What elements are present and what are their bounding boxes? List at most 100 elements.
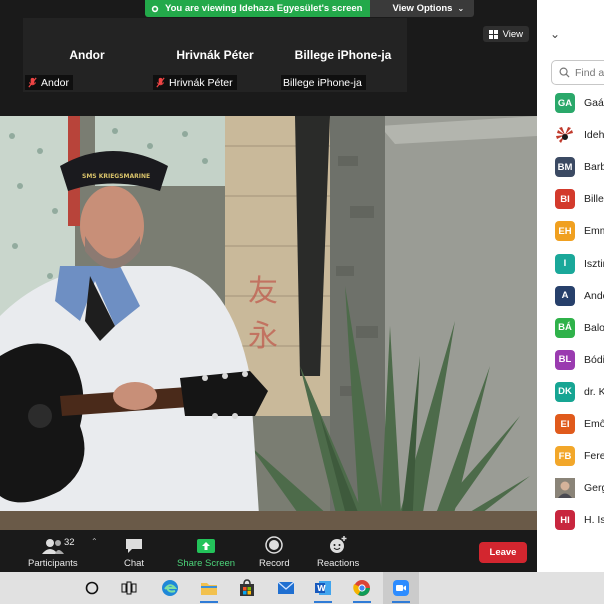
participant-name: H. Is (584, 514, 604, 527)
svg-text:永: 永 (248, 319, 278, 354)
tile-label: Billege iPhone-ja (281, 75, 366, 90)
participant-row[interactable]: FB Fere (555, 446, 604, 467)
view-button-label: View (502, 28, 523, 40)
chrome-button[interactable] (344, 572, 380, 604)
cap-text: SMS KRIEGSMARINE (82, 173, 150, 180)
mail-icon (277, 581, 295, 594)
participant-name: Balo (584, 321, 604, 334)
store-button[interactable] (229, 572, 265, 604)
grid-icon (488, 29, 498, 39)
avatar: EH (555, 221, 575, 242)
view-button[interactable]: View (482, 26, 529, 42)
participants-icon (41, 539, 64, 554)
participant-name: Andc (584, 289, 604, 302)
view-options-label: View Options (392, 3, 453, 14)
meeting-toolbar: Participants 32 ⌃ Chat Share Screen Reco… (0, 530, 537, 572)
mail-button[interactable] (268, 572, 304, 604)
participant-row[interactable]: EH Emm (555, 221, 604, 242)
task-view-icon (121, 581, 137, 595)
participant-row[interactable]: DK dr. K (555, 381, 604, 402)
chat-icon (126, 539, 143, 553)
avatar: BI (555, 189, 575, 210)
participant-row[interactable]: BL Bódi (555, 349, 604, 370)
search-icon (559, 67, 570, 78)
cortana-button[interactable] (74, 572, 110, 604)
avatar: BM (555, 157, 575, 178)
video-tile-andor[interactable]: Andor Andor (23, 18, 151, 92)
record-button[interactable]: Record (259, 534, 290, 569)
muted-mic-icon (156, 77, 165, 88)
participant-name: Emő (584, 418, 604, 430)
avatar: GA (555, 93, 575, 113)
avatar: I (555, 253, 575, 274)
avatar: BÁ (555, 317, 575, 338)
zoom-window: You are viewing Idehaza Egyesület's scre… (0, 0, 604, 604)
avatar-initials: BL (558, 354, 572, 366)
svg-text:W: W (317, 584, 326, 593)
tile-name: Hrivnák Péter (176, 48, 254, 62)
avatar: EI (555, 414, 575, 434)
avatar-initials: DK (558, 386, 572, 398)
org-logo-icon (555, 125, 575, 145)
view-options-button[interactable]: View Options ⌄ (370, 0, 475, 17)
participant-row[interactable]: A Andc (555, 285, 604, 306)
participant-search-input[interactable]: Find a (551, 60, 604, 85)
share-screen-label: Share Screen (177, 558, 236, 569)
leave-button[interactable]: Leave (479, 542, 527, 563)
participant-row[interactable]: BÁ Balo (555, 317, 604, 338)
file-explorer-icon (201, 583, 217, 595)
participant-row[interactable]: I Isztin (555, 253, 604, 274)
share-banner: You are viewing Idehaza Egyesület's scre… (145, 0, 475, 17)
task-view-button[interactable] (111, 572, 147, 604)
participant-row[interactable]: BM Barb (555, 157, 604, 178)
chevron-down-icon[interactable]: ⌄ (550, 27, 560, 41)
zoom-icon (393, 580, 409, 596)
video-tile-hrivnak[interactable]: Hrivnák Péter Hrivnák Péter (151, 18, 279, 92)
chat-button[interactable]: Chat (124, 534, 144, 569)
avatar-initials: GA (557, 97, 573, 109)
participant-row[interactable]: EI Emő (555, 414, 604, 434)
participant-row[interactable]: GA Gaál (555, 93, 604, 113)
chevron-down-icon: ⌄ (457, 4, 465, 13)
avatar-initials: I (563, 258, 567, 269)
avatar: FB (555, 446, 575, 467)
tile-name: Andor (69, 48, 105, 62)
share-screen-button[interactable]: Share Screen (177, 534, 235, 569)
participant-name: dr. K (584, 385, 604, 398)
participant-name: Bódi (584, 353, 604, 366)
meeting-area: You are viewing Idehaza Egyesület's scre… (0, 0, 537, 572)
store-icon (240, 579, 254, 596)
share-banner-text: You are viewing Idehaza Egyesület's scre… (165, 3, 363, 14)
avatar-initials: A (561, 290, 569, 302)
avatar-initials: HI (560, 514, 570, 526)
chat-label: Chat (124, 558, 145, 569)
chevron-up-icon[interactable]: ⌃ (91, 537, 98, 546)
participant-name: Isztin (584, 257, 604, 270)
reactions-label: Reactions (317, 558, 360, 569)
participants-panel: ⌄ Find a GA Gaál Ideh BM Barb BI Bille EH Emm I Is… (537, 0, 604, 572)
svg-text:友: 友 (248, 274, 278, 309)
zoom-taskbar-button[interactable] (383, 572, 419, 604)
participants-label: Participants (28, 558, 78, 569)
shared-video: 友 永 SMS KRIEGSMARINE (0, 116, 537, 530)
avatar: A (555, 285, 575, 306)
edge-button[interactable] (152, 572, 188, 604)
share-banner-message: You are viewing Idehaza Egyesület's scre… (145, 0, 371, 17)
record-label: Record (259, 558, 290, 569)
video-tile-billege[interactable]: Billege iPhone-ja Billege iPhone-ja (279, 18, 407, 92)
participant-row[interactable]: Gerg (555, 478, 604, 499)
participant-row[interactable]: BI Bille (555, 189, 604, 210)
reactions-button[interactable]: Reactions (317, 534, 359, 569)
video-frame: 友 永 SMS KRIEGSMARINE (0, 116, 537, 530)
word-button[interactable]: W (305, 572, 341, 604)
participant-row[interactable]: HI H. Is (555, 510, 604, 531)
word-icon: W (315, 581, 331, 595)
participant-row[interactable]: Ideh (555, 125, 604, 145)
avatar-initials: BI (560, 193, 570, 205)
tile-name: Billege iPhone-ja (294, 48, 392, 62)
avatar-initials: EH (558, 225, 572, 237)
file-explorer-button[interactable] (191, 572, 227, 604)
tile-label-text: Hrivnák Péter (169, 76, 233, 89)
search-placeholder: Find a (575, 66, 604, 79)
avatar: DK (555, 381, 575, 402)
